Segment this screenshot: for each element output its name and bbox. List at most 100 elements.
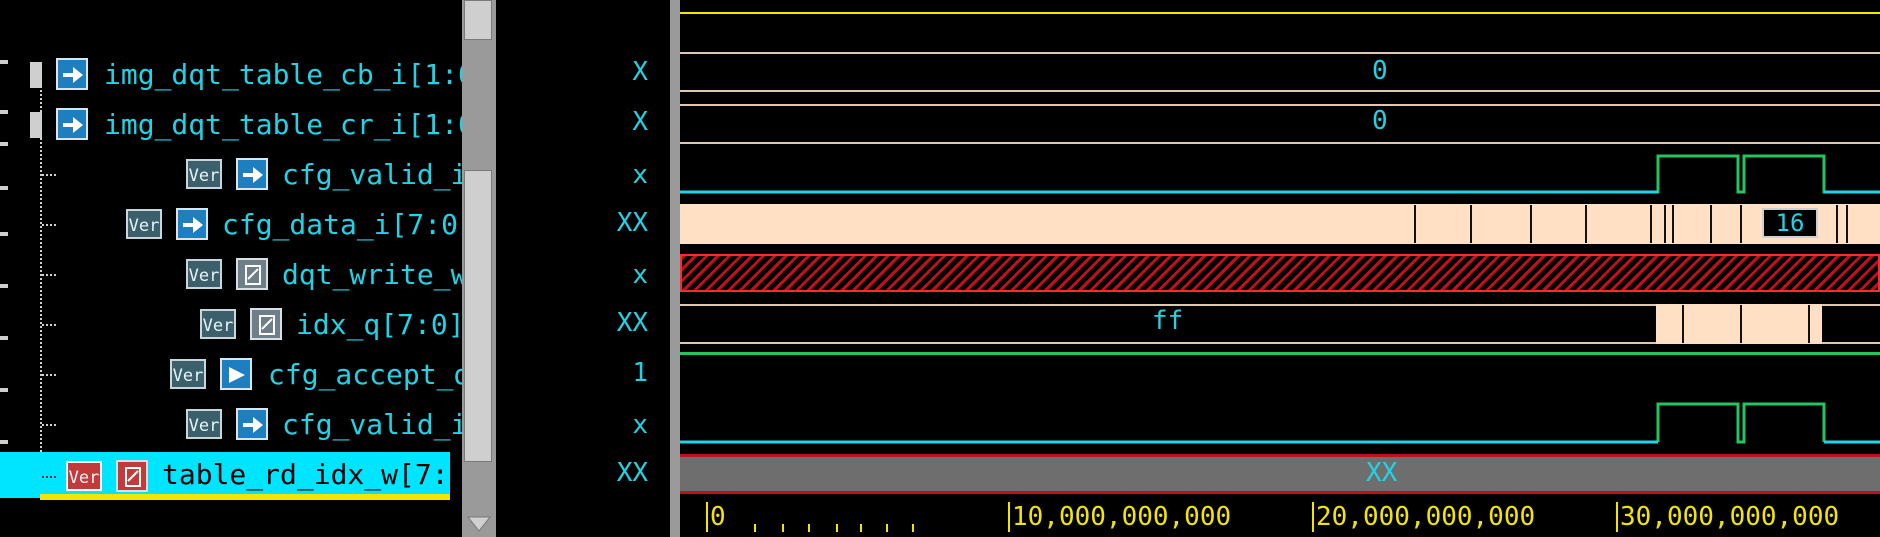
bus-wave	[680, 90, 1880, 92]
signal-row[interactable]: img_dqt_table_cb_i[1:0]	[0, 50, 492, 100]
signal-name-pane: img_dqt_table_cb_i[1:0] img_dqt_table_cr…	[0, 0, 492, 537]
scrollbar-thumb[interactable]	[464, 170, 492, 462]
signal-value: x	[632, 410, 648, 440]
time-ruler: 0 10,000,000,000 20,000,000,000 30,000,0…	[680, 498, 1880, 537]
bus-transition	[1846, 205, 1848, 243]
bit-wave	[680, 154, 1880, 194]
tree-branch	[42, 424, 56, 428]
signal-row[interactable]: Ver cfg_valid_i	[0, 150, 467, 200]
tree-branch	[42, 374, 56, 378]
bus-transition	[1740, 305, 1742, 343]
wave-value-label: ff	[1152, 306, 1184, 336]
bus-transition	[1672, 205, 1674, 243]
signal-pane-scrollbar[interactable]	[462, 0, 496, 537]
bus-wave	[680, 142, 1880, 144]
scrollbar-top-segment[interactable]	[464, 0, 492, 40]
bus-wave-fill	[1656, 304, 1822, 344]
signal-value: XX	[616, 208, 648, 238]
ruler-label: 30,000,000,000	[1620, 502, 1840, 532]
register-icon	[116, 460, 148, 492]
ruler-minor-tick	[886, 524, 888, 532]
signal-name[interactable]: img_dqt_table_cr_i[1:0]	[104, 108, 492, 142]
tree-branch	[42, 324, 56, 328]
unknown-value-wave	[680, 254, 1880, 292]
ver-badge: Ver	[126, 209, 162, 239]
signal-value: X	[632, 107, 648, 137]
signal-row[interactable]: Ver cfg_valid_i	[0, 400, 467, 450]
ruler-label: 20,000,000,000	[1316, 502, 1536, 532]
register-icon	[250, 308, 282, 340]
signal-row-selected[interactable]: Ver table_rd_idx_w[7:0]	[0, 452, 482, 498]
signal-name[interactable]: cfg_accept_o	[268, 358, 470, 392]
signal-name[interactable]: cfg_valid_i	[282, 408, 467, 442]
ruler-minor-tick	[782, 524, 784, 532]
input-port-icon	[236, 158, 268, 190]
signal-name[interactable]: cfg_valid_i	[282, 158, 467, 192]
tree-branch	[42, 224, 56, 228]
selection-underline	[40, 494, 450, 500]
register-icon	[236, 258, 268, 290]
waveform-pane[interactable]: 0 0 16 ff XX 0 10,000,000,000 20,000,000…	[680, 0, 1880, 537]
signal-row[interactable]: img_dqt_table_cr_i[1:0]	[0, 100, 492, 150]
signal-row[interactable]: Ver idx_q[7:0]	[0, 300, 465, 350]
ruler-major-tick	[1008, 502, 1010, 532]
signal-name[interactable]: dqt_write_w	[282, 258, 467, 292]
signal-row[interactable]: Ver cfg_accept_o	[0, 350, 470, 400]
input-port-icon	[236, 408, 268, 440]
signal-name[interactable]: table_rd_idx_w[7:0]	[162, 458, 482, 492]
ver-badge: Ver	[170, 359, 206, 389]
value-pane: X X x XX x XX 1 x XX	[510, 0, 670, 537]
signal-value: X	[632, 57, 648, 87]
bus-transition	[1530, 205, 1532, 243]
bus-transition	[1470, 205, 1472, 243]
ruler-label: 10,000,000,000	[1012, 502, 1232, 532]
wave-value-label: 0	[1372, 106, 1388, 136]
wave-value-label: 0	[1372, 56, 1388, 86]
ruler-major-tick	[706, 502, 708, 532]
ruler-minor-tick	[912, 524, 914, 532]
bus-transition	[1740, 205, 1742, 243]
signal-value: XX	[616, 458, 648, 488]
scroll-down-arrow-icon[interactable]	[466, 515, 492, 533]
bus-transition	[1808, 305, 1810, 343]
output-port-icon	[220, 358, 252, 390]
input-port-icon	[176, 208, 208, 240]
signal-name[interactable]: cfg_data_i[7:0]	[222, 208, 475, 242]
signal-value: x	[632, 260, 648, 290]
pane-splitter[interactable]	[670, 0, 680, 537]
bus-transition	[1664, 205, 1666, 243]
ver-badge: Ver	[186, 159, 222, 189]
bus-wave	[680, 52, 1880, 54]
top-time-ruler	[680, 0, 1880, 14]
ruler-minor-tick	[860, 524, 862, 532]
bus-value-box: 16	[1762, 208, 1818, 238]
bus-transition	[1585, 205, 1587, 243]
bus-transition	[1650, 205, 1652, 243]
tree-branch	[42, 476, 56, 480]
input-port-icon	[56, 108, 88, 140]
signal-name[interactable]: idx_q[7:0]	[296, 308, 465, 342]
bus-transition	[1836, 205, 1838, 243]
bit-wave-high	[680, 352, 1880, 355]
ruler-major-tick	[1312, 502, 1314, 532]
ver-badge: Ver	[66, 461, 102, 491]
signal-row[interactable]: Ver cfg_data_i[7:0]	[0, 200, 475, 250]
ver-badge: Ver	[186, 409, 222, 439]
input-port-icon	[56, 58, 88, 90]
ruler-label: 0	[710, 502, 726, 532]
bit-wave	[680, 402, 1880, 444]
ver-badge: Ver	[186, 259, 222, 289]
signal-name[interactable]: img_dqt_table_cb_i[1:0]	[104, 58, 492, 92]
ver-badge: Ver	[200, 309, 236, 339]
tree-branch	[42, 274, 56, 278]
signal-value: 1	[632, 358, 648, 388]
wave-value-label: XX	[1366, 458, 1398, 488]
bus-expand-icon[interactable]	[30, 62, 42, 88]
signal-value: x	[632, 160, 648, 190]
ruler-minor-tick	[754, 524, 756, 532]
ruler-minor-tick	[836, 524, 838, 532]
selected-bus-wave	[680, 454, 1880, 494]
bus-transition	[1682, 305, 1684, 343]
bus-expand-icon[interactable]	[30, 112, 42, 138]
signal-row[interactable]: Ver dqt_write_w	[0, 250, 467, 300]
